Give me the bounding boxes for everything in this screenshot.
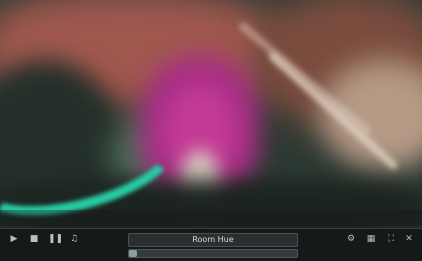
stop-icon[interactable]: ■ <box>28 234 40 244</box>
video-player: ▶ ■ ❚❚ ♫ Room Hue ⚙ ▦ ⛶ ✕ <box>0 0 422 261</box>
title-bar: Room Hue <box>128 233 298 247</box>
seek-bar[interactable] <box>128 249 298 258</box>
close-icon[interactable]: ✕ <box>403 234 415 244</box>
volume-icon[interactable]: ♫ <box>68 234 80 244</box>
grid-icon[interactable]: ▦ <box>365 234 377 244</box>
status-strip <box>0 210 422 226</box>
seek-bar-progress <box>129 250 138 257</box>
play-icon[interactable]: ▶ <box>8 234 20 244</box>
pause-icon[interactable]: ❚❚ <box>48 234 63 244</box>
video-title: Room Hue <box>192 235 234 244</box>
settings-icon[interactable]: ⚙ <box>345 234 357 244</box>
fullscreen-icon[interactable]: ⛶ <box>385 234 397 244</box>
player-toolbar: ▶ ■ ❚❚ ♫ Room Hue ⚙ ▦ ⛶ ✕ <box>0 228 422 261</box>
